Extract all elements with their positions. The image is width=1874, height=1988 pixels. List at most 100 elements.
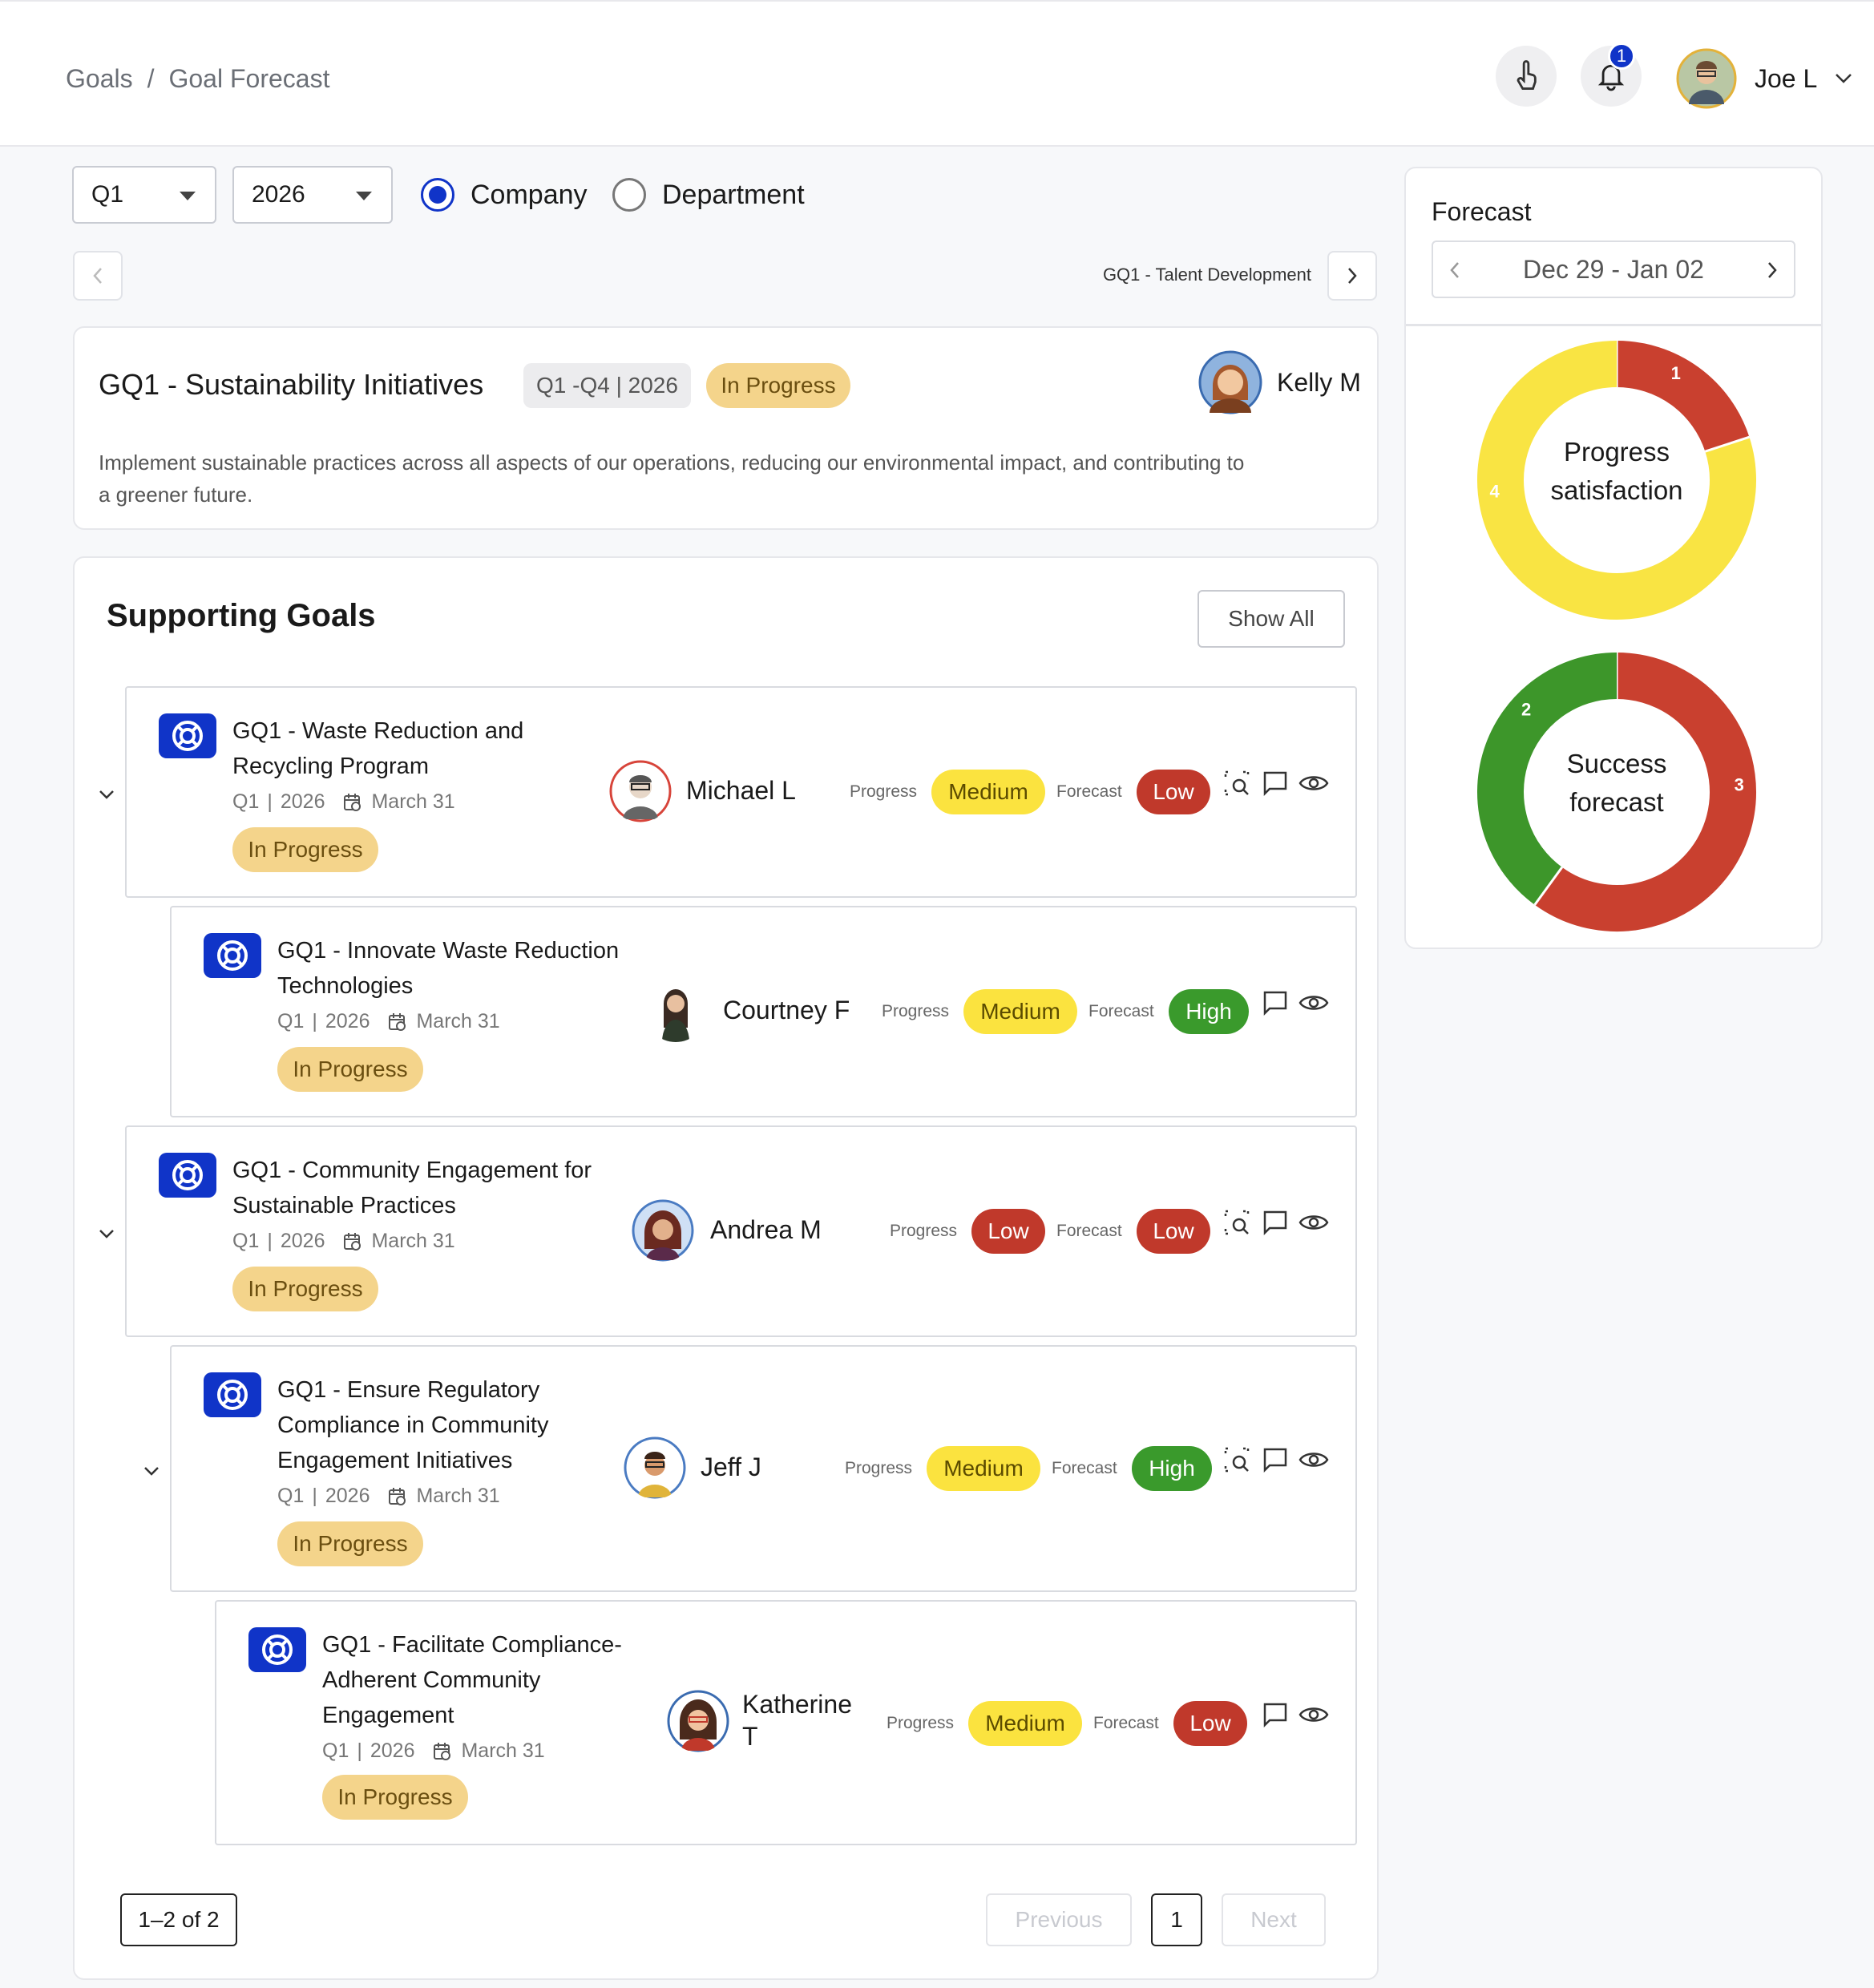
donut-label-line1: Success bbox=[1566, 749, 1667, 778]
owner-name: Katherine T bbox=[742, 1690, 852, 1751]
chevron-right-icon[interactable] bbox=[1767, 261, 1778, 279]
calendar-icon bbox=[344, 793, 361, 811]
expand-chevron-icon[interactable] bbox=[95, 1222, 119, 1246]
pagination-range: 1–2 of 2 bbox=[120, 1893, 237, 1946]
radio-department-indicator[interactable] bbox=[612, 178, 646, 212]
quarter-select[interactable]: Q1 bbox=[72, 166, 216, 224]
row-year: 2026 bbox=[370, 1740, 415, 1762]
row-due-date: March 31 bbox=[371, 790, 455, 813]
owner-name: Courtney F bbox=[723, 996, 850, 1024]
comment-icon[interactable] bbox=[1260, 1207, 1290, 1238]
forecast-label: Forecast bbox=[1056, 1222, 1122, 1240]
owner-avatar bbox=[632, 1199, 694, 1262]
caret-down-icon bbox=[356, 192, 372, 200]
forecast-badge: Low bbox=[1137, 1209, 1210, 1254]
year-select-value: 2026 bbox=[252, 181, 305, 208]
show-all-button[interactable]: Show All bbox=[1198, 590, 1345, 648]
progress-badge: Medium bbox=[931, 770, 1045, 814]
calendar-icon bbox=[389, 1487, 406, 1505]
row-title[interactable]: GQ1 - Ensure Regulatory Compliance in Co… bbox=[277, 1372, 606, 1478]
row-divider: | bbox=[357, 1740, 362, 1762]
radio-company-indicator[interactable] bbox=[421, 178, 454, 212]
analyze-icon[interactable] bbox=[1222, 1445, 1252, 1475]
row-meta: Q1 | 2026 March 31 bbox=[232, 790, 455, 814]
row-meta: Q1 | 2026 March 31 bbox=[322, 1740, 545, 1763]
row-status-badge: In Progress bbox=[232, 827, 378, 872]
radio-company[interactable]: Company bbox=[421, 178, 588, 212]
goal-owner-avatar bbox=[1198, 350, 1262, 414]
page-1-button[interactable]: 1 bbox=[1151, 1893, 1202, 1946]
lifebuoy-icon bbox=[204, 1372, 261, 1417]
chevron-down-icon bbox=[1836, 74, 1852, 83]
eye-icon[interactable] bbox=[1298, 1207, 1329, 1238]
previous-goal-button[interactable] bbox=[73, 251, 123, 301]
row-title[interactable]: GQ1 - Waste Reduction and Recycling Prog… bbox=[232, 713, 609, 784]
progress-badge: Medium bbox=[968, 1701, 1082, 1746]
goal-status-badge: In Progress bbox=[706, 363, 850, 408]
row-divider: | bbox=[312, 1485, 317, 1507]
table-row[interactable]: GQ1 - Facilitate Compliance-Adherent Com… bbox=[215, 1600, 1357, 1845]
row-year: 2026 bbox=[280, 1230, 325, 1252]
donut-data-label: 4 bbox=[1489, 481, 1500, 501]
user-name: Joe L bbox=[1755, 63, 1818, 93]
row-divider: | bbox=[267, 1230, 273, 1252]
lifebuoy-icon bbox=[204, 933, 261, 978]
breadcrumb-goals[interactable]: Goals bbox=[66, 64, 133, 94]
progress-badge: Low bbox=[971, 1209, 1045, 1254]
donut-label-line2: forecast bbox=[1569, 787, 1664, 817]
quarter-select-value: Q1 bbox=[91, 181, 124, 208]
owner-avatar bbox=[662, 989, 689, 1042]
comment-icon[interactable] bbox=[1260, 768, 1290, 798]
forecast-label: Forecast bbox=[1088, 1002, 1154, 1020]
chevron-left-icon[interactable] bbox=[1449, 261, 1460, 279]
progress-label: Progress bbox=[882, 1002, 950, 1020]
previous-page-button[interactable]: Previous bbox=[986, 1893, 1132, 1946]
next-page-button[interactable]: Next bbox=[1222, 1893, 1326, 1946]
donut-data-label: 3 bbox=[1735, 774, 1744, 794]
radio-department[interactable]: Department bbox=[612, 178, 805, 212]
notifications-button[interactable]: 1 bbox=[1581, 42, 1642, 107]
comment-icon[interactable] bbox=[1260, 1445, 1290, 1475]
table-row[interactable]: GQ1 - Ensure Regulatory Compliance in Co… bbox=[170, 1345, 1357, 1592]
supporting-goals-title: Supporting Goals bbox=[107, 598, 376, 633]
lifebuoy-icon bbox=[159, 1153, 216, 1198]
row-title[interactable]: GQ1 - Innovate Waste Reduction Technolog… bbox=[277, 933, 654, 1004]
breadcrumb-goal-forecast: Goal Forecast bbox=[168, 64, 330, 93]
goal-title: GQ1 - Sustainability Initiatives bbox=[99, 368, 484, 401]
progress-label: Progress bbox=[887, 1714, 955, 1732]
expand-chevron-icon[interactable] bbox=[95, 782, 119, 806]
forecast-badge: High bbox=[1169, 989, 1249, 1034]
forecast-label: Forecast bbox=[1093, 1714, 1159, 1732]
eye-icon[interactable] bbox=[1298, 768, 1329, 798]
progress-label: Progress bbox=[890, 1222, 958, 1240]
table-row[interactable]: GQ1 - Community Engagement for Sustainab… bbox=[125, 1125, 1357, 1337]
donut-label-line1: Progress bbox=[1563, 437, 1670, 467]
touch-button[interactable] bbox=[1496, 46, 1557, 107]
hand-pointer-icon bbox=[1517, 60, 1537, 90]
comment-icon[interactable] bbox=[1260, 988, 1290, 1018]
analyze-icon[interactable] bbox=[1222, 1207, 1252, 1238]
row-title[interactable]: GQ1 - Community Engagement for Sustainab… bbox=[232, 1153, 609, 1223]
row-due-date: March 31 bbox=[416, 1485, 500, 1507]
expand-chevron-icon[interactable] bbox=[139, 1459, 164, 1483]
eye-icon[interactable] bbox=[1298, 1699, 1329, 1730]
table-row[interactable]: GQ1 - Waste Reduction and Recycling Prog… bbox=[125, 686, 1357, 898]
year-select[interactable]: 2026 bbox=[232, 166, 393, 224]
next-goal-button[interactable] bbox=[1327, 251, 1377, 301]
next-goal-label: GQ1 - Talent Development bbox=[1102, 265, 1311, 285]
row-quarter: Q1 bbox=[277, 1485, 305, 1507]
comment-icon[interactable] bbox=[1260, 1699, 1290, 1730]
analyze-icon[interactable] bbox=[1222, 768, 1252, 798]
row-title[interactable]: GQ1 - Facilitate Compliance-Adherent Com… bbox=[322, 1627, 643, 1733]
user-menu[interactable]: Joe L bbox=[1676, 48, 1852, 109]
row-divider: | bbox=[267, 790, 273, 813]
eye-icon[interactable] bbox=[1298, 1445, 1329, 1475]
row-due-date: March 31 bbox=[416, 1010, 500, 1032]
row-year: 2026 bbox=[325, 1010, 370, 1032]
lifebuoy-icon bbox=[248, 1627, 306, 1672]
user-avatar bbox=[1676, 48, 1737, 109]
donut-data-label: 1 bbox=[1671, 363, 1681, 383]
row-meta: Q1 | 2026 March 31 bbox=[277, 1010, 500, 1033]
eye-icon[interactable] bbox=[1298, 988, 1329, 1018]
table-row[interactable]: GQ1 - Innovate Waste Reduction Technolog… bbox=[170, 906, 1357, 1117]
